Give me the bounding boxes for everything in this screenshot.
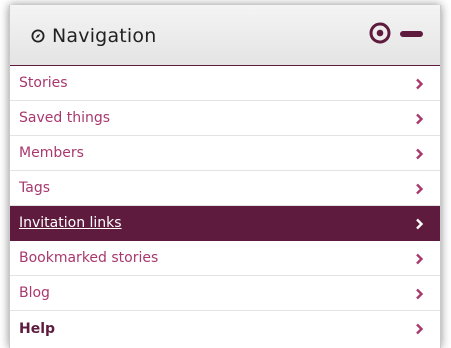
nav-item-blog[interactable]: Blog (10, 276, 440, 311)
target-icon[interactable] (369, 22, 391, 44)
navigation-panel: Navigation Stories Saved things Members … (9, 5, 441, 348)
nav-item-label: Bookmarked stories (19, 250, 159, 266)
nav-item-label: Help (19, 320, 56, 337)
nav-item-invitation-links[interactable]: Invitation links (10, 206, 440, 241)
nav-item-bookmarked-stories[interactable]: Bookmarked stories (10, 241, 440, 276)
chevron-right-icon (416, 288, 424, 300)
chevron-right-icon (416, 218, 424, 230)
nav-item-label: Tags (19, 180, 50, 196)
minus-icon[interactable] (400, 31, 423, 37)
chevron-right-icon (416, 78, 424, 90)
navigation-header: Navigation (10, 5, 440, 66)
chevron-right-icon (416, 148, 424, 160)
nav-item-stories[interactable]: Stories (10, 66, 440, 101)
chevron-right-icon (416, 113, 424, 125)
nav-list: Stories Saved things Members Tags Invita… (10, 66, 440, 346)
nav-item-label: Saved things (19, 110, 111, 126)
header-title-text: Navigation (52, 25, 157, 47)
nav-item-members[interactable]: Members (10, 136, 440, 171)
compass-icon (31, 29, 45, 43)
chevron-right-icon (416, 323, 424, 335)
chevron-right-icon (416, 253, 424, 265)
nav-item-tags[interactable]: Tags (10, 171, 440, 206)
nav-item-label: Stories (19, 75, 68, 91)
nav-item-help[interactable]: Help (10, 311, 440, 346)
chevron-right-icon (416, 183, 424, 195)
nav-item-label: Invitation links (19, 215, 122, 231)
nav-item-label: Members (19, 145, 84, 161)
header-title: Navigation (31, 25, 156, 47)
nav-item-saved-things[interactable]: Saved things (10, 101, 440, 136)
nav-item-label: Blog (19, 285, 50, 301)
